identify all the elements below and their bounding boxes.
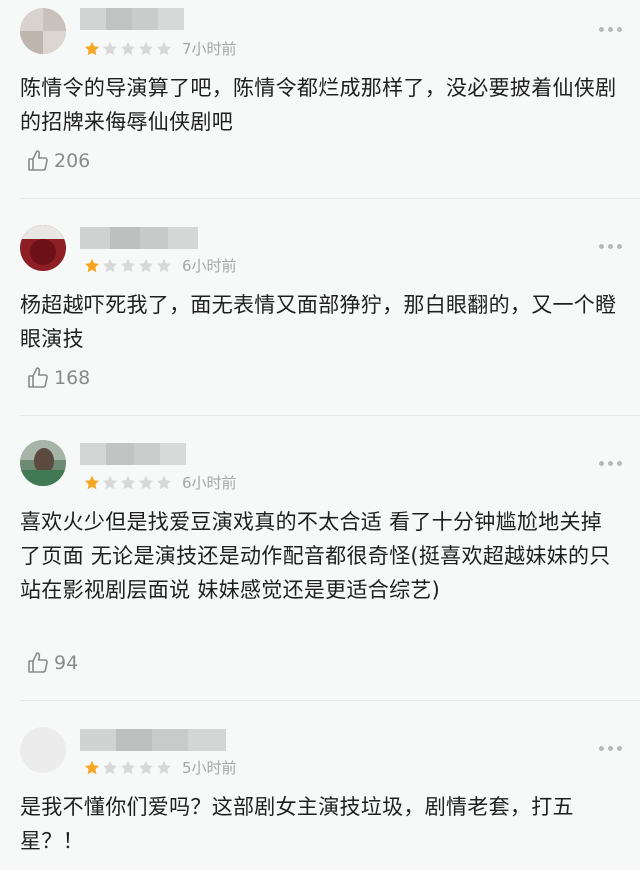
thumbs-up-icon bbox=[28, 150, 48, 171]
star-icon bbox=[85, 41, 99, 56]
thumbs-up-icon bbox=[28, 652, 48, 673]
review-time: 5小时前 bbox=[182, 759, 237, 777]
like-count: 168 bbox=[54, 367, 91, 389]
rating-stars bbox=[84, 475, 172, 491]
avatar[interactable] bbox=[20, 8, 66, 54]
star-icon bbox=[139, 41, 153, 56]
avatar[interactable] bbox=[20, 440, 66, 486]
like-button[interactable]: 94 bbox=[26, 651, 78, 675]
star-icon bbox=[85, 760, 99, 775]
thumbs-up-icon bbox=[28, 367, 48, 388]
review-text: 喜欢火少但是找爱豆演戏真的不太合适 看了十分钟尴尬地关掉了页面 无论是演技还是动… bbox=[20, 510, 611, 602]
more-options-icon[interactable] bbox=[599, 461, 622, 466]
star-icon bbox=[139, 760, 153, 775]
star-icon bbox=[103, 760, 117, 775]
review-text: 是我不懂你们爱吗？这部剧女主演技垃圾，剧情老套，打五星？！ bbox=[20, 795, 574, 853]
star-icon bbox=[121, 258, 135, 273]
star-icon bbox=[103, 41, 117, 56]
like-count: 94 bbox=[54, 652, 79, 674]
more-options-icon[interactable] bbox=[599, 746, 622, 751]
avatar[interactable] bbox=[20, 727, 66, 773]
star-icon bbox=[157, 258, 171, 273]
star-icon bbox=[139, 258, 153, 273]
star-icon bbox=[85, 475, 99, 490]
like-button[interactable]: 168 bbox=[26, 366, 90, 390]
star-icon bbox=[121, 760, 135, 775]
review-time: 6小时前 bbox=[182, 257, 237, 275]
rating-stars bbox=[84, 41, 172, 57]
username-blurred[interactable] bbox=[80, 227, 198, 249]
divider bbox=[20, 415, 640, 416]
star-icon bbox=[139, 475, 153, 490]
star-icon bbox=[103, 258, 117, 273]
star-icon bbox=[157, 760, 171, 775]
review-time: 6小时前 bbox=[182, 474, 237, 492]
username-blurred[interactable] bbox=[80, 729, 226, 751]
rating-stars bbox=[84, 760, 172, 776]
star-icon bbox=[157, 475, 171, 490]
rating-stars bbox=[84, 258, 172, 274]
review-text: 陈情令的导演算了吧，陈情令都烂成那样了，没必要披着仙侠剧的招牌来侮辱仙侠剧吧 bbox=[20, 76, 617, 134]
star-icon bbox=[157, 41, 171, 56]
avatar[interactable] bbox=[20, 225, 66, 271]
review-time: 7小时前 bbox=[182, 40, 237, 58]
review-text: 杨超越吓死我了，面无表情又面部狰狞，那白眼翻的，又一个瞪眼演技 bbox=[20, 293, 617, 351]
star-icon bbox=[103, 475, 117, 490]
star-icon bbox=[85, 258, 99, 273]
like-count: 206 bbox=[54, 150, 91, 172]
like-button[interactable]: 206 bbox=[26, 149, 90, 173]
username-blurred[interactable] bbox=[80, 8, 184, 30]
more-options-icon[interactable] bbox=[599, 27, 622, 32]
more-options-icon[interactable] bbox=[599, 244, 622, 249]
star-icon bbox=[121, 475, 135, 490]
divider bbox=[20, 700, 640, 701]
star-icon bbox=[121, 41, 135, 56]
username-blurred[interactable] bbox=[80, 443, 186, 465]
divider bbox=[20, 198, 640, 199]
